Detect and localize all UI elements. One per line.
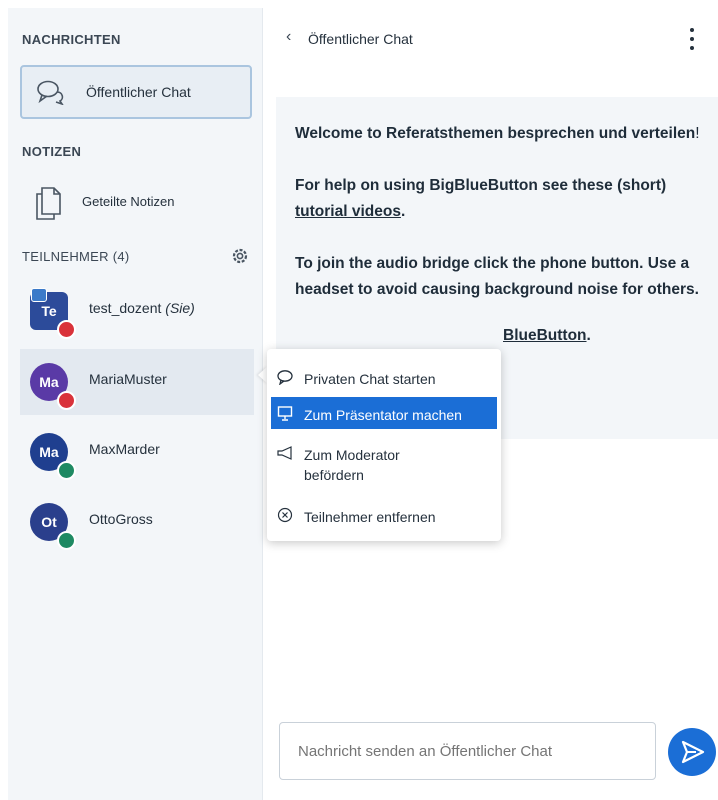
- sidebar: NACHRICHTEN Öffentlicher Chat NOTIZEN Ge…: [8, 8, 263, 800]
- menu-item-label: Privaten Chat starten: [304, 371, 436, 387]
- welcome-prefix: Welcome to: [295, 125, 387, 142]
- participant-row[interactable]: Ma MaxMarder: [20, 419, 254, 485]
- public-chat-label: Öffentlicher Chat: [86, 84, 191, 100]
- participant-name: MaxMarder: [89, 441, 160, 457]
- notes-section-title: NOTIZEN: [22, 144, 82, 159]
- participant-name-text: test_dozent: [89, 300, 162, 316]
- welcome-suffix: !: [695, 125, 700, 142]
- participant-row-selected[interactable]: Ma MariaMuster: [20, 349, 254, 415]
- help-line: For help on using BigBlueButton see thes…: [295, 173, 700, 225]
- menu-item-label: Zum Präsentator machen: [304, 407, 462, 423]
- messages-section-title: NACHRICHTEN: [22, 32, 121, 47]
- help-suffix: .: [400, 203, 406, 220]
- tutorial-videos-link[interactable]: tutorial videos: [295, 203, 401, 220]
- message-input[interactable]: [279, 722, 656, 780]
- headset-icon: [57, 461, 76, 480]
- sidebar-item-public-chat[interactable]: Öffentlicher Chat: [20, 65, 252, 119]
- self-indicator: (Sie): [165, 300, 195, 316]
- participant-row[interactable]: Ot OttoGross: [20, 489, 254, 555]
- menu-item-private-chat[interactable]: Privaten Chat starten: [271, 361, 497, 393]
- menu-item-make-presenter[interactable]: Zum Präsentator machen: [271, 397, 497, 429]
- back-chevron-icon[interactable]: ‹: [286, 28, 291, 46]
- audio-line: To join the audio bridge click the phone…: [295, 251, 700, 303]
- meeting-name: Referatsthemen besprechen und verteilen: [386, 125, 696, 142]
- top-strip: [0, 0, 718, 8]
- bigbluebutton-link[interactable]: BlueButton: [503, 327, 587, 344]
- welcome-line: Welcome to Referatsthemen besprechen und…: [295, 121, 700, 147]
- muted-mic-icon: [57, 320, 76, 339]
- presentation-icon: [277, 406, 293, 421]
- menu-item-remove-participant[interactable]: Teilnehmer entfernen: [271, 499, 497, 531]
- shared-notes-label: Geteilte Notizen: [82, 194, 175, 209]
- chat-bubbles-icon: [37, 80, 64, 105]
- headset-icon: [57, 531, 76, 550]
- audio-text: To join the audio bridge click the phone…: [295, 255, 699, 298]
- help-text: For help on using BigBlueButton see thes…: [295, 177, 667, 194]
- participant-row[interactable]: Te test_dozent (Sie): [20, 278, 254, 344]
- chat-title[interactable]: Öffentlicher Chat: [308, 31, 413, 47]
- speech-bubble-icon: [277, 370, 293, 385]
- muted-mic-icon: [57, 391, 76, 410]
- participant-context-menu: Privaten Chat starten Zum Präsentator ma…: [267, 349, 501, 541]
- participant-name: MariaMuster: [89, 371, 167, 387]
- menu-item-label: Teilnehmer entfernen: [304, 509, 436, 525]
- menu-item-label: Zum Moderator befördern: [304, 447, 400, 483]
- footer-suffix: .: [586, 327, 591, 344]
- circle-x-icon: [277, 507, 293, 523]
- presenter-icon: [31, 288, 47, 302]
- menu-item-promote-moderator[interactable]: Zum Moderator befördern: [271, 437, 497, 485]
- sidebar-item-shared-notes[interactable]: Geteilte Notizen: [20, 180, 252, 228]
- participants-section-title: TEILNEHMER (4): [22, 249, 130, 264]
- footer-line: BlueButton.: [295, 323, 700, 349]
- participant-name: OttoGross: [89, 511, 153, 527]
- gear-icon[interactable]: [230, 246, 250, 266]
- send-icon: [681, 740, 705, 764]
- megaphone-icon: [277, 446, 292, 460]
- more-options-icon[interactable]: [690, 28, 696, 50]
- documents-icon: [36, 187, 61, 220]
- send-button[interactable]: [668, 728, 716, 776]
- participant-name: test_dozent (Sie): [89, 300, 195, 316]
